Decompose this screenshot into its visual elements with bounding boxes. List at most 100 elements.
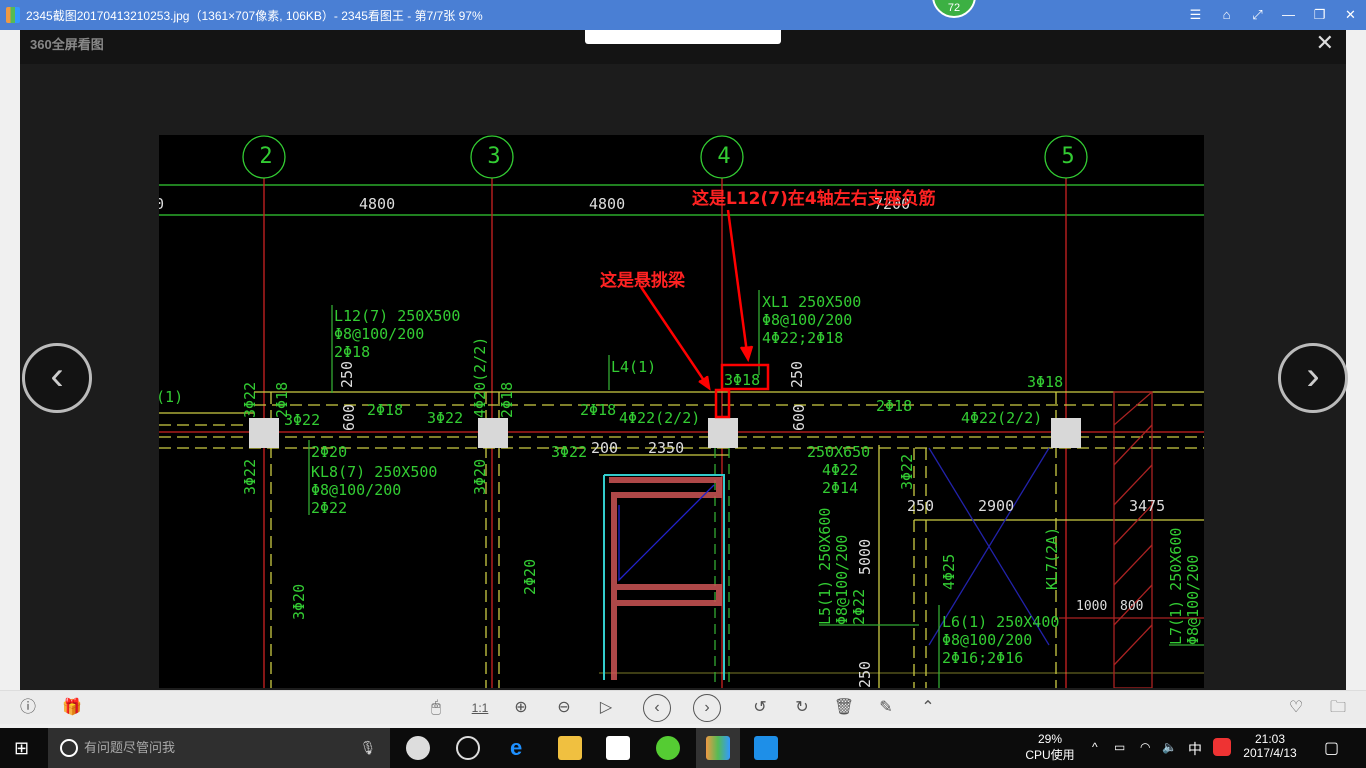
rebar-label: 3Φ20 [290, 584, 308, 620]
dim-text: 250 [907, 497, 934, 515]
zoom-out-button[interactable]: ⊖ [552, 696, 576, 720]
dim-text: 4800 [359, 195, 395, 213]
skin-button[interactable]: ⌂ [1211, 0, 1242, 30]
favorite-button[interactable]: ♡ [1284, 696, 1308, 720]
annotation-support-rebar: 这是L12(7)在4轴左右支座负筋 [692, 188, 936, 209]
edge-icon[interactable]: e [510, 736, 534, 760]
viewer-close-button[interactable]: ✕ [1316, 30, 1334, 56]
fullscreen-button[interactable]: ⤢ [1242, 0, 1273, 30]
info-icon[interactable]: ⓘ [16, 696, 40, 720]
beam-label: KL7(2A) [1043, 527, 1061, 590]
2345-viewer-icon[interactable] [706, 736, 730, 760]
beam-label: 2Φ16;2Φ16 [942, 649, 1023, 667]
action-center-icon[interactable]: ▢ [1324, 738, 1339, 758]
beam-label: L6(1) 250X400 [942, 613, 1059, 631]
file-explorer-icon[interactable] [558, 736, 582, 760]
beam-label: KL8(7) 250X500 [311, 463, 437, 481]
close-button[interactable]: ✕ [1335, 0, 1366, 30]
clock-time: 21:03 [1254, 732, 1286, 746]
beam-label: Φ8@100/200 [1184, 555, 1202, 645]
axis-3: 3 [487, 144, 500, 169]
cpu-usage[interactable]: 29% CPU使用 [1022, 732, 1078, 763]
delete-button[interactable]: 🗑 [832, 696, 856, 720]
beam-label: L12(7) 250X500 [334, 307, 460, 325]
rebar-label: 3Φ22 [284, 411, 320, 429]
rebar-label: 3Φ18 [1027, 373, 1063, 391]
maximize-button[interactable]: ❐ [1304, 0, 1335, 30]
rebar-label: 4Φ22(2/2) [961, 409, 1042, 427]
next-button[interactable]: › [693, 694, 721, 722]
beam-label: L7(1) 250X600 [1167, 528, 1185, 645]
prev-button[interactable]: ‹ [643, 694, 671, 722]
rebar-label: 4Φ25 [940, 554, 958, 590]
actual-size-button[interactable]: 1:1 [468, 696, 492, 720]
taskbar-browser-icon[interactable] [456, 736, 480, 760]
dim-text: 0 [159, 195, 164, 213]
slideshow-button[interactable]: ▷ [594, 696, 618, 720]
beam-label: L4(1) [611, 358, 656, 376]
prev-image-button[interactable]: ‹ [22, 343, 92, 413]
beam-label: 250X650 [807, 443, 870, 461]
rebar-label: 2Φ18 [876, 397, 912, 415]
rebar-label: 2Φ20 [521, 559, 539, 595]
beam-label: 2Φ22 [311, 499, 347, 517]
microphone-icon[interactable]: 🎙 [359, 728, 376, 768]
wifi-icon[interactable]: ◠ [1140, 740, 1150, 754]
battery-icon[interactable]: ▭ [1114, 740, 1125, 754]
dim-text: 3475 [1129, 497, 1165, 515]
rebar-label: 3Φ20 [471, 459, 489, 495]
viewer-header: 360全屏看图 ✕ [20, 30, 1346, 64]
sogou-icon[interactable] [1213, 738, 1231, 756]
menu-button[interactable]: ☰ [1180, 0, 1211, 30]
open-folder-button[interactable]: 🗀 [1326, 696, 1350, 720]
dim-text: 1000 [1076, 599, 1107, 614]
store-icon[interactable] [606, 736, 630, 760]
cortana-search[interactable]: 有问题尽管问我 🎙 [48, 728, 390, 768]
axis-2: 2 [259, 144, 272, 169]
dim-text: 250 [856, 661, 874, 688]
dim-text: 800 [1120, 599, 1143, 614]
viewer-toolbar: ⓘ 🎁 🖱 1:1 ⊕ ⊖ ▷ ‹ › ↺ ↻ 🗑 ✎ ⌃ ♡ 🗀 [0, 690, 1366, 724]
cpu-label: CPU使用 [1025, 748, 1075, 762]
clock-date: 2017/4/13 [1243, 746, 1297, 760]
beam-label: 3(1) [159, 388, 183, 406]
expand-up-button[interactable]: ⌃ [916, 696, 940, 720]
tray-expand-icon[interactable]: ^ [1092, 740, 1098, 754]
rotate-right-button[interactable]: ↻ [790, 696, 814, 720]
taskbar-app-icon[interactable] [406, 736, 430, 760]
mouse-mode-button[interactable]: 🖱 [424, 696, 448, 720]
360-browser-icon[interactable] [656, 736, 680, 760]
axis-4: 4 [717, 144, 730, 169]
beam-label: 4Φ22 [822, 461, 858, 479]
beam-label: 2Φ18 [334, 343, 370, 361]
beam-label: Φ8@100/200 [762, 311, 852, 329]
axis-5: 5 [1061, 144, 1074, 169]
rebar-label: 2Φ18 [580, 401, 616, 419]
ime-indicator[interactable]: 中 [1188, 739, 1202, 759]
edit-button[interactable]: ✎ [874, 696, 898, 720]
dim-text: 5000 [856, 539, 874, 575]
dim-text: 600 [340, 404, 358, 431]
rebar-label: 3Φ22 [241, 459, 259, 495]
rebar-label: 4Φ20(2/2) [471, 337, 489, 418]
zoom-in-button[interactable]: ⊕ [509, 696, 533, 720]
taskbar-app-icon[interactable] [754, 736, 778, 760]
notification-badge[interactable]: 72 [932, 0, 976, 18]
beam-label: 2Φ22 [850, 589, 868, 625]
dim-text: 250 [788, 361, 806, 388]
beam-label: 2Φ14 [822, 479, 858, 497]
next-image-button[interactable]: › [1278, 343, 1348, 413]
start-button[interactable]: ⊞ [14, 738, 29, 759]
beam-label: Φ8@100/200 [311, 481, 401, 499]
minimize-button[interactable]: — [1273, 0, 1304, 30]
cad-drawing: 2 3 4 5 0 4800 4800 7200 250 600 250 600… [159, 135, 1204, 688]
volume-icon[interactable]: 🔈 [1162, 740, 1177, 754]
dim-text: 600 [790, 404, 808, 431]
brand-logo: 360全屏看图 [30, 37, 104, 52]
beam-label: Φ8@100/200 [833, 535, 851, 625]
beam-label: XL1 250X500 [762, 293, 861, 311]
gift-icon[interactable]: 🎁 [60, 696, 84, 720]
clock[interactable]: 21:03 2017/4/13 [1240, 732, 1300, 760]
beam-label: 4Φ22;2Φ18 [762, 329, 843, 347]
rotate-left-button[interactable]: ↺ [748, 696, 772, 720]
